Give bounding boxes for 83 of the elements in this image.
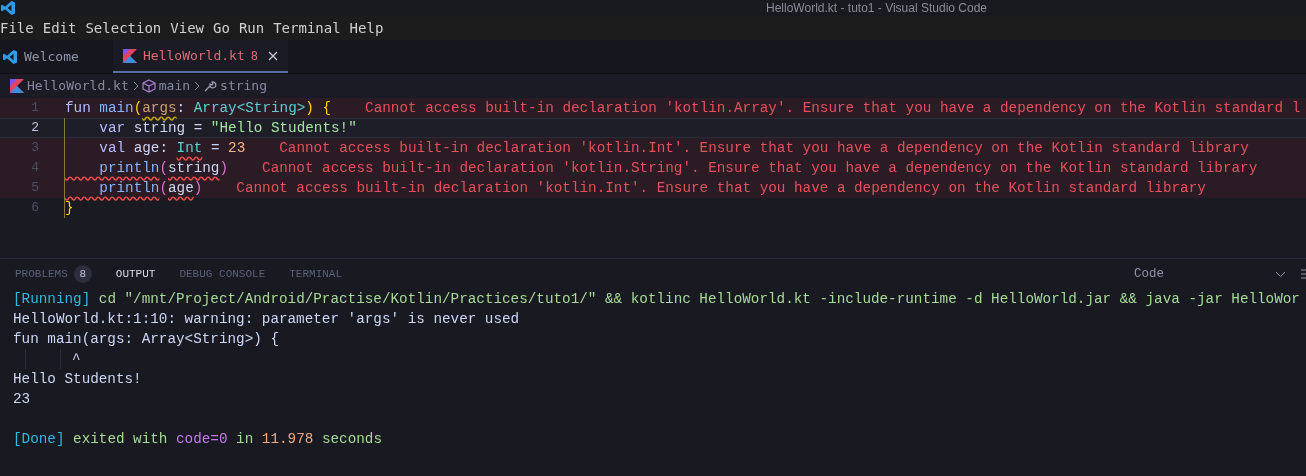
error-message: Cannot access built-in declaration 'kotlin.Int'. Ensure that you have a dependency on the Kotlin standard library [236,179,1206,198]
output-text: code=0 [176,431,228,447]
line-number: 6 [30,199,40,217]
menu-item[interactable]: View [170,17,213,39]
code-token: var [98,119,126,138]
count-badge: 8 [73,265,92,283]
chevron-icon [132,80,139,91]
output-text: Hello Students! [13,371,142,387]
code-token: ) [305,99,314,118]
code-token: String [245,99,297,118]
editor-tab[interactable]: HelloWorld.kt 8 [113,40,288,73]
breadcrumb[interactable]: string [220,75,268,96]
output-text: exited with [72,431,169,447]
code-token: 23 [228,139,246,158]
code-token: "Hello Students!" [210,119,357,138]
tab-label: HelloWorld.kt [143,46,245,65]
menu-item[interactable]: Terminal [273,17,350,39]
code-token: ( [133,99,143,118]
code-token: Array [193,99,237,118]
close-icon[interactable] [268,50,278,61]
menu-item[interactable]: Selection [85,17,171,39]
window-title: HelloWorld.kt - tuto1 - Visual Studio Code [766,1,987,15]
line-number: 4 [30,159,40,177]
menu-item[interactable]: Edit [42,17,86,39]
output-text: cd "/mnt/Project/Android/Practise/Kotlin/Practices/tuto1/" && kotlinc HelloWorld.kt -include-runtime -d HelloWorld.jar && java -jar HelloWor [97,291,1300,307]
code-token: ( [159,159,168,178]
line-number: 5 [30,179,40,197]
code-token: val [98,139,126,158]
code-token: string [167,159,220,178]
panel-tab[interactable]: OUTPUT [115,265,156,283]
error-message: Cannot access built-in declaration 'kotlin.String'. Ensure that you have a dependency on the Kotlin standard library [262,159,1258,178]
code-token: println [98,179,160,198]
output-text: ^ [72,350,81,369]
wrench-icon [203,78,218,93]
line-number: 3 [30,139,40,157]
kotlin-icon [10,78,24,93]
code-token: < [236,99,246,118]
code-token: age [167,179,194,198]
problem-count: 8 [250,47,258,65]
error-message: Cannot access built-in declaration 'kotlin.Array'. Ensure that you have a dependency on the Kotlin standard l [365,99,1301,118]
code-token: args [142,99,177,118]
error-message: Cannot access built-in declaration 'kotlin.Int'. Ensure that you have a dependency on the Kotlin standard library [279,139,1249,158]
code-token: : [176,99,187,118]
editor-tab[interactable]: Welcome [0,40,113,73]
output-text: HelloWorld.kt:1:10: warning: parameter 'args' is never used [13,311,520,327]
output-text: [Done] [13,431,65,447]
breadcrumb[interactable]: main [158,75,191,96]
breadcrumb[interactable]: HelloWorld.kt [27,75,129,96]
code-token: fun [65,99,92,118]
code-token: age: [132,139,169,158]
line-number: 2 [30,119,40,137]
output-text: in [235,431,255,447]
menu-item[interactable]: Help [349,17,393,39]
line-number: 1 [30,99,40,117]
code-token: ) [193,179,203,198]
kotlin-icon [123,48,137,63]
code-token: ) [219,159,229,178]
menu-item[interactable]: File [0,17,43,39]
code-token: = [209,139,221,158]
code-token: ( [159,179,168,198]
dropdown-value: Code [1134,265,1164,283]
code-token: main [99,99,134,118]
panel-tab[interactable]: PROBLEMS 8 [15,265,92,283]
list-icon[interactable] [1300,268,1306,280]
code-token: } [65,199,74,218]
vscode-icon [2,48,18,65]
menu-item[interactable]: Run [238,17,274,39]
code-token: println [98,159,160,178]
output-text: [Running] [13,291,91,307]
menu-item[interactable]: Go [213,17,239,39]
tab-label: Welcome [24,47,79,66]
code-token: { [321,99,332,118]
cube-icon [141,78,156,93]
output-text: seconds [320,431,382,447]
chevron-icon [194,80,201,91]
code-token: Int [176,139,203,158]
output-text: 23 [13,391,31,407]
code-token: > [296,99,306,118]
output-text: fun main(args: Array<String>) { [13,331,279,347]
vscode-icon [0,0,16,16]
chevron-down-icon [1275,270,1286,278]
output-text: 11.978 [261,431,314,447]
code-token: string = [132,119,204,138]
